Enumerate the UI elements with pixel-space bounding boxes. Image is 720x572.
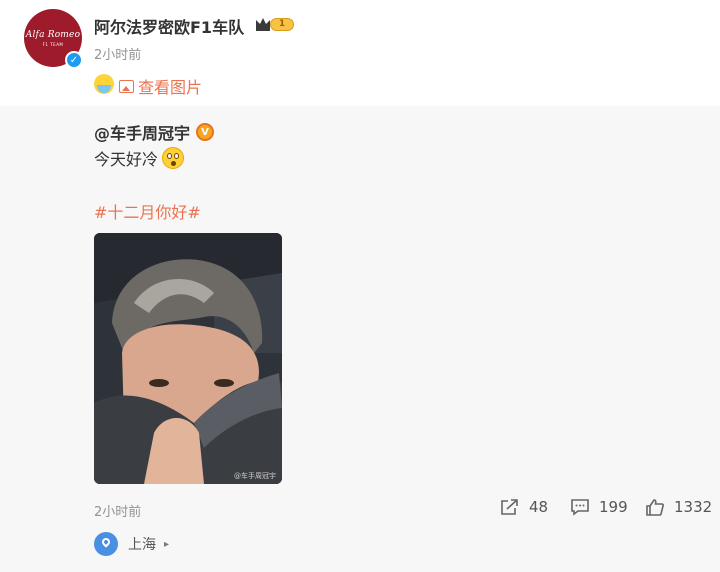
view-picture-link[interactable]: 查看图片	[119, 74, 202, 98]
like-button[interactable]: 1332	[645, 498, 712, 516]
like-count: 1332	[674, 498, 713, 516]
comment-button[interactable]: 199	[570, 498, 628, 516]
orange-verified-icon: V	[196, 123, 215, 141]
photo-illustration	[94, 233, 282, 484]
location-pin-icon	[94, 532, 118, 556]
chevron-right-icon: ▸	[164, 538, 170, 550]
picture-icon	[119, 79, 134, 93]
cold-emoji-icon	[94, 74, 114, 94]
comment-count: 199	[599, 498, 628, 516]
level-badge[interactable]: 1	[270, 18, 294, 31]
thumbs-up-icon	[646, 499, 664, 516]
post-header: Alfa Romeo F1 TEAM ✓ 阿尔法罗密欧F1车队 1 2小时前 查…	[0, 0, 720, 106]
comment-icon	[571, 499, 589, 516]
repost-card: @车手周冠宇 V 今天好冷 #十二月你好# @车手周冠宇 2小时前 48 199…	[0, 106, 720, 572]
post-time[interactable]: 2小时前	[94, 44, 141, 63]
post-photo[interactable]: @车手周冠宇	[94, 233, 282, 484]
share-count: 48	[529, 498, 549, 516]
share-icon	[501, 499, 518, 515]
author-name[interactable]: 阿尔法罗密欧F1车队	[94, 14, 244, 38]
hashtag-link[interactable]: #十二月你好#	[94, 199, 201, 223]
verified-icon: ✓	[65, 51, 83, 69]
avatar-sub-text: F1 TEAM	[42, 41, 64, 47]
location-label: 上海	[128, 537, 156, 553]
location-link[interactable]: 上海 ▸	[94, 532, 169, 556]
view-picture-label: 查看图片	[138, 78, 203, 97]
original-text-row: 今天好冷	[94, 146, 185, 170]
avatar-brand-text: Alfa Romeo	[25, 29, 81, 40]
original-text: 今天好冷	[94, 150, 159, 169]
share-button[interactable]: 48	[500, 498, 548, 516]
shocked-emoji-icon	[162, 147, 185, 169]
photo-watermark: @车手周冠宇	[234, 472, 276, 480]
original-author-row: @车手周冠宇 V	[94, 120, 215, 144]
original-author-name[interactable]: @车手周冠宇	[94, 120, 190, 144]
repost-time[interactable]: 2小时前	[94, 501, 141, 520]
